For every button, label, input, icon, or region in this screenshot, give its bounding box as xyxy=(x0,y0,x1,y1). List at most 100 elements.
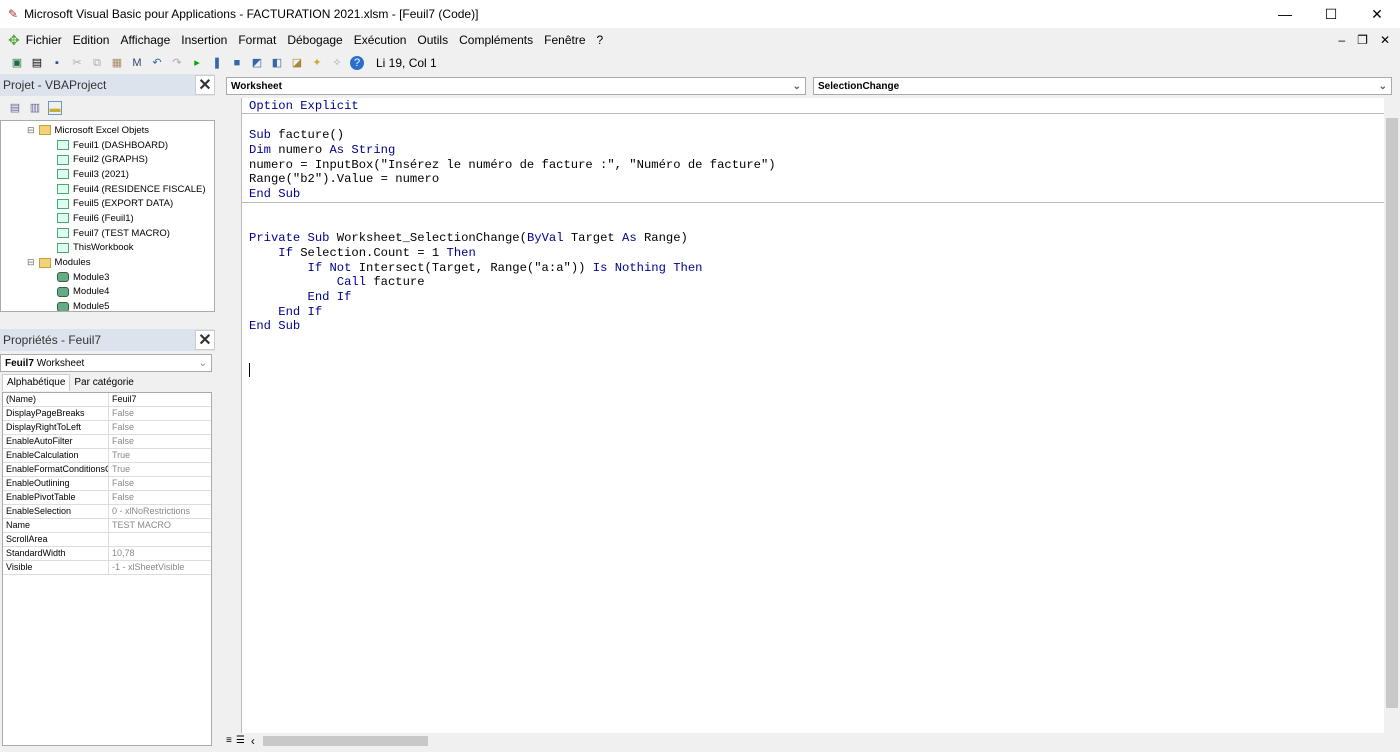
property-row[interactable]: Name TEST MACRO xyxy=(3,519,211,533)
pause-icon[interactable]: ❚ xyxy=(210,56,224,70)
code-line[interactable]: If Selection.Count = 1 Then xyxy=(249,246,776,261)
object-browser-icon[interactable]: ✦ xyxy=(310,56,324,70)
menu-debogage[interactable]: Débogage xyxy=(287,33,342,47)
code-line[interactable]: numero = InputBox("Insérez le numéro de … xyxy=(249,158,776,173)
scroll-thumb[interactable] xyxy=(1386,118,1398,708)
full-module-view-icon[interactable]: ☰ xyxy=(236,735,245,746)
properties-window-icon[interactable]: ◪ xyxy=(290,56,304,70)
menu-execution[interactable]: Exécution xyxy=(354,33,407,47)
tree-node[interactable]: Module4 xyxy=(1,285,214,300)
help-icon[interactable]: ? xyxy=(350,56,364,70)
close-button[interactable]: ✕ xyxy=(1354,0,1400,28)
property-value[interactable]: False xyxy=(109,435,134,448)
tree-node[interactable]: ⊟ Modules xyxy=(1,255,214,270)
code-line[interactable] xyxy=(249,114,776,129)
tree-node[interactable]: ThisWorkbook xyxy=(1,241,214,256)
maximize-button[interactable]: ☐ xyxy=(1308,0,1354,28)
cut-icon[interactable]: ✂ xyxy=(70,56,84,70)
save-icon[interactable]: ▪ xyxy=(50,56,64,70)
property-row[interactable]: ScrollArea xyxy=(3,533,211,547)
view-code-icon[interactable]: ▤ xyxy=(8,101,22,115)
property-value[interactable]: False xyxy=(109,407,134,420)
menu-[interactable]: ? xyxy=(597,33,604,47)
property-row[interactable]: EnableSelection 0 - xlNoRestrictions xyxy=(3,505,211,519)
tree-node[interactable]: Feuil5 (EXPORT DATA) xyxy=(1,196,214,211)
property-row[interactable]: EnableCalculation True xyxy=(3,449,211,463)
view-object-icon[interactable]: ▥ xyxy=(28,101,42,115)
property-row[interactable]: DisplayPageBreaks False xyxy=(3,407,211,421)
tree-node[interactable]: Feuil7 (TEST MACRO) xyxy=(1,226,214,241)
menu-complements[interactable]: Compléments xyxy=(459,33,533,47)
property-value[interactable]: True xyxy=(109,449,130,462)
paste-icon[interactable]: ▦ xyxy=(110,56,124,70)
property-value[interactable]: Feuil7 xyxy=(109,393,137,406)
code-line[interactable] xyxy=(249,349,776,364)
code-line[interactable] xyxy=(249,334,776,349)
code-line[interactable]: If Not Intersect(Target, Range("a:a")) I… xyxy=(249,261,776,276)
run-icon[interactable]: ▸ xyxy=(190,56,204,70)
minimize-button[interactable]: — xyxy=(1262,0,1308,28)
collapse-icon[interactable]: ⊟ xyxy=(27,125,35,136)
vertical-scrollbar[interactable] xyxy=(1384,98,1400,733)
menu-outils[interactable]: Outils xyxy=(417,33,448,47)
menu-affichage[interactable]: Affichage xyxy=(120,33,170,47)
property-row[interactable]: EnableAutoFilter False xyxy=(3,435,211,449)
code-line[interactable]: Call facture xyxy=(249,275,776,290)
reset-icon[interactable]: ■ xyxy=(230,56,244,70)
tree-node[interactable]: Module3 xyxy=(1,270,214,285)
horizontal-scrollbar[interactable]: ≡ ☰ ‹ xyxy=(222,733,1384,748)
tree-node[interactable]: ⊟ Microsoft Excel Objets xyxy=(1,123,214,138)
project-explorer-icon[interactable]: ◧ xyxy=(270,56,284,70)
toggle-folders-icon[interactable]: ▬ xyxy=(48,101,62,115)
code-text[interactable]: Option Explicit Sub facture() Dim numero A… xyxy=(249,99,776,378)
menu-format[interactable]: Format xyxy=(238,33,276,47)
tab-par-categorie[interactable]: Par catégorie xyxy=(70,374,137,391)
property-row[interactable]: Visible -1 - xlSheetVisible xyxy=(3,561,211,575)
property-row[interactable]: (Name) Feuil7 xyxy=(3,393,211,407)
property-row[interactable]: EnableOutlining False xyxy=(3,477,211,491)
code-line[interactable] xyxy=(249,202,776,217)
procedure-view-icon[interactable]: ≡ xyxy=(226,735,232,746)
excel-view-icon[interactable]: ▣ xyxy=(10,56,24,70)
code-line[interactable]: Private Sub Worksheet_SelectionChange(By… xyxy=(249,231,776,246)
child-minimize-icon[interactable]: – xyxy=(1338,33,1345,47)
property-row[interactable]: StandardWidth 10,78 xyxy=(3,547,211,561)
property-value[interactable]: 0 - xlNoRestrictions xyxy=(109,505,190,518)
object-selector[interactable]: Feuil7 Worksheet ⌄ xyxy=(0,354,212,372)
property-value[interactable]: False xyxy=(109,421,134,434)
design-mode-icon[interactable]: ◩ xyxy=(250,56,264,70)
project-close-button[interactable]: ✕ xyxy=(195,75,215,95)
menu-insertion[interactable]: Insertion xyxy=(181,33,227,47)
code-line[interactable]: Dim numero As String xyxy=(249,143,776,158)
tab-alphabetique[interactable]: Alphabétique xyxy=(2,374,71,391)
property-value[interactable]: True xyxy=(109,463,130,476)
code-line[interactable]: Range("b2").Value = numero xyxy=(249,172,776,187)
properties-close-button[interactable]: ✕ xyxy=(195,330,215,350)
toolbox-icon[interactable]: ✧ xyxy=(330,56,344,70)
code-line[interactable]: Option Explicit xyxy=(249,99,776,114)
code-line[interactable]: End If xyxy=(249,305,776,320)
child-restore-icon[interactable]: ❐ xyxy=(1357,33,1368,47)
child-close-icon[interactable]: ✕ xyxy=(1380,33,1390,47)
redo-icon[interactable]: ↷ xyxy=(170,56,184,70)
property-value[interactable]: TEST MACRO xyxy=(109,519,171,532)
procedure-combo[interactable]: SelectionChange ⌄ xyxy=(813,77,1392,95)
property-value[interactable]: -1 - xlSheetVisible xyxy=(109,561,184,574)
code-line[interactable]: Sub facture() xyxy=(249,128,776,143)
tree-node[interactable]: Module5 xyxy=(1,299,214,311)
tree-node[interactable]: Feuil3 (2021) xyxy=(1,167,214,182)
tree-node[interactable]: Feuil4 (RESIDENCE FISCALE) xyxy=(1,182,214,197)
property-value[interactable]: False xyxy=(109,491,134,504)
tree-node[interactable]: Feuil2 (GRAPHS) xyxy=(1,152,214,167)
property-value[interactable]: 10,78 xyxy=(109,547,135,560)
code-line[interactable] xyxy=(249,363,776,378)
copy-icon[interactable]: ⧉ xyxy=(90,56,104,70)
collapse-icon[interactable]: ⊟ xyxy=(27,257,35,268)
scroll-thumb[interactable] xyxy=(262,735,428,746)
undo-icon[interactable]: ↶ xyxy=(150,56,164,70)
code-line[interactable]: End If xyxy=(249,290,776,305)
tree-node[interactable]: Feuil6 (Feuil1) xyxy=(1,211,214,226)
code-line[interactable] xyxy=(249,217,776,232)
property-row[interactable]: EnableFormatConditionsCalculationTrue xyxy=(3,463,211,477)
scroll-left-icon[interactable]: ‹ xyxy=(251,734,255,748)
